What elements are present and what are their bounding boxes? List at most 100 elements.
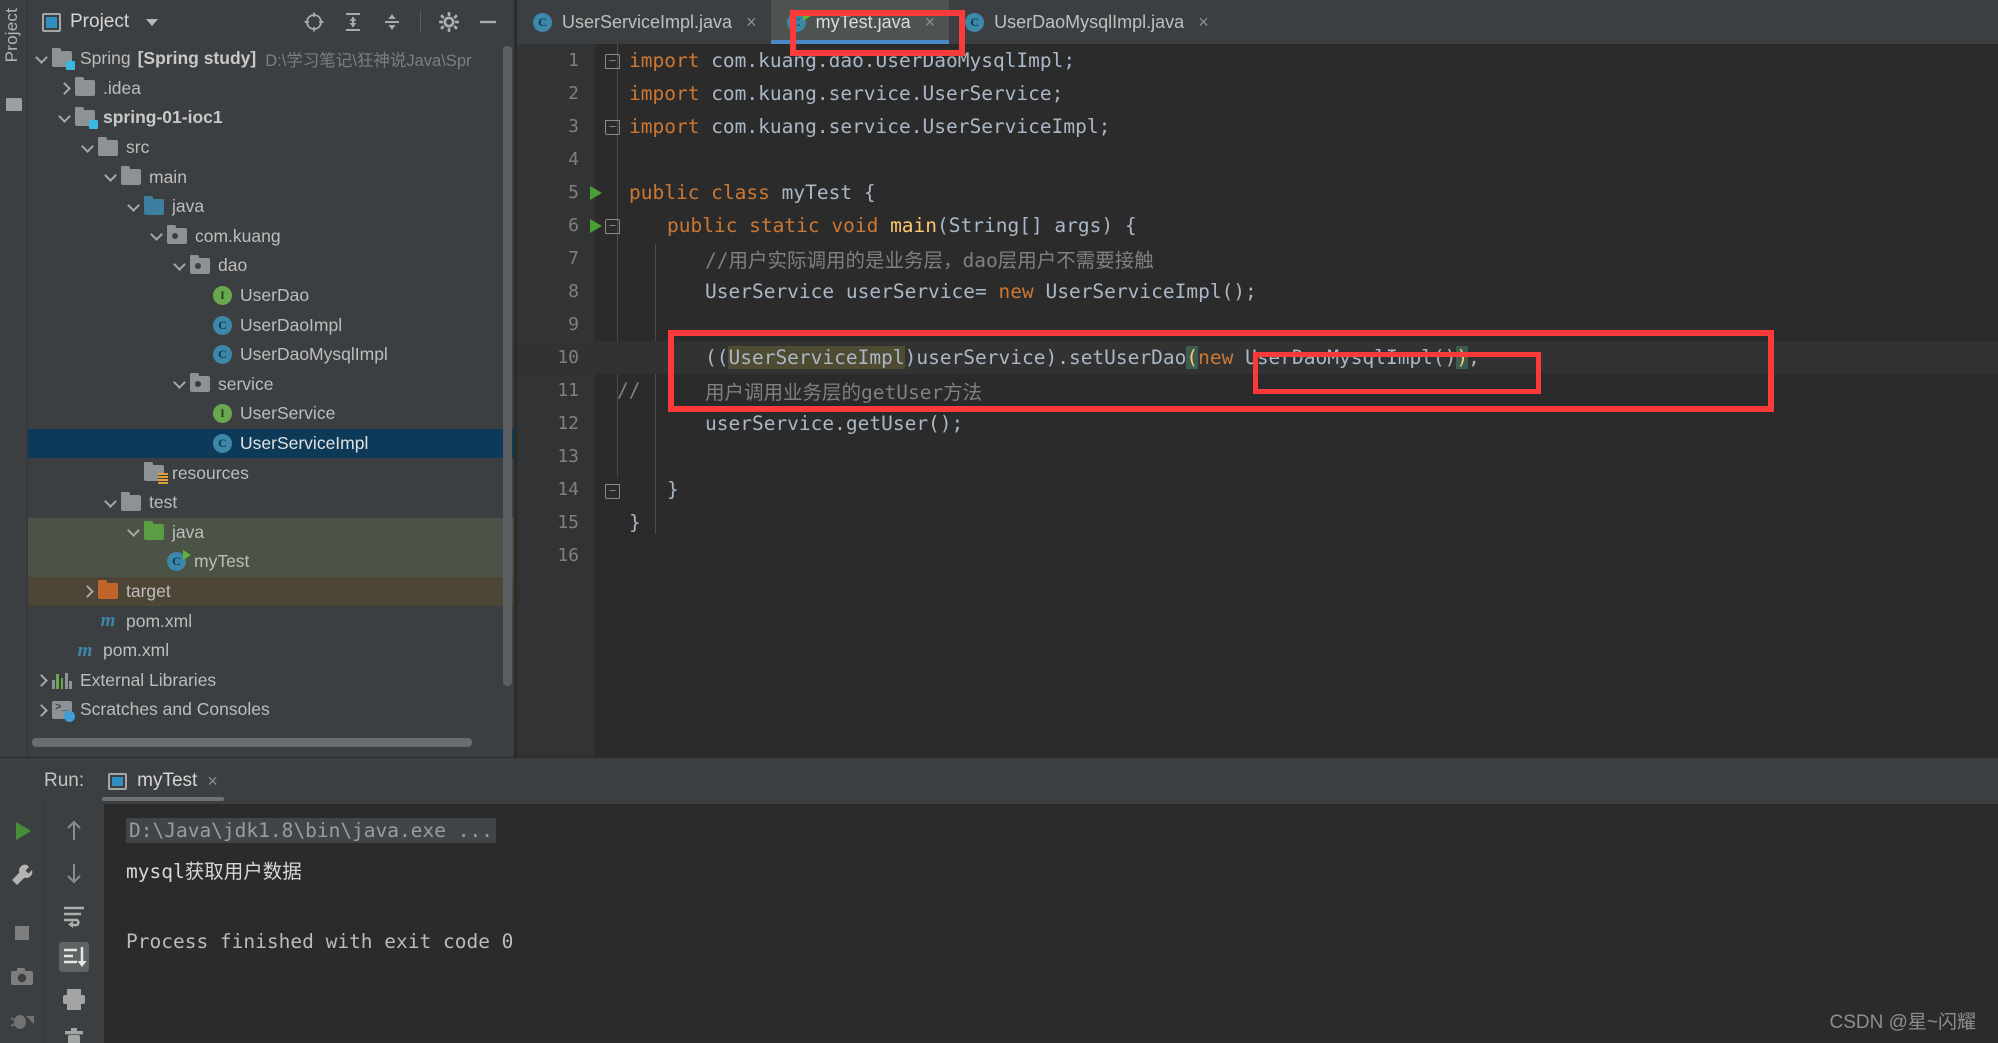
chevron-down-icon[interactable] [80,140,96,156]
code-line-6[interactable]: 6 public static void main(String[] args) … [517,209,1998,242]
code-line-9[interactable]: 9 [517,308,1998,341]
tree-item-userdao[interactable]: I UserDao [28,281,515,311]
code-line-16[interactable]: 16 [517,539,1998,572]
project-tree[interactable]: Spring [Spring study] D:\学习笔记\狂神说Java\Spr.… [28,44,515,734]
tree-item-spring[interactable]: Spring [Spring study] D:\学习笔记\狂神说Java\Spr [28,44,515,74]
chevron-down-icon[interactable] [34,51,50,67]
tree-item-java[interactable]: java [28,192,515,222]
arrow-down-icon[interactable] [59,858,89,888]
chevron-down-icon[interactable] [126,199,142,215]
tool-window-button-project[interactable]: Project [2,8,22,62]
gutter-marker[interactable] [585,341,629,374]
editor-tab-userserviceimpl-java[interactable]: C UserServiceImpl.java × [517,0,771,44]
code-line-15[interactable]: 15} [517,506,1998,539]
gutter-marker[interactable] [585,275,629,308]
code-line-12[interactable]: 12 userService.getUser(); [517,407,1998,440]
scroll-to-end-icon[interactable] [59,942,89,972]
tree-item-pom-xml[interactable]: m pom.xml [28,606,515,636]
tree-item-target[interactable]: target [28,576,515,607]
gutter-marker[interactable] [585,440,629,473]
editor-tab-bar[interactable]: C UserServiceImpl.java × CmyTest.java × C User… [517,0,1998,44]
fold-marker-method-icon[interactable]: − [605,219,620,234]
close-icon[interactable]: × [746,12,757,33]
chevron-down-icon[interactable] [146,18,159,26]
code-line-13[interactable]: 13 [517,440,1998,473]
run-gutter-icon[interactable] [590,219,602,233]
code-line-11[interactable]: 11 // 用户调用业务层的getUser方法 [517,374,1998,407]
gutter-marker[interactable] [585,539,629,572]
editor-tab-userdaomysqlimpl-java[interactable]: C UserDaoMysqlImpl.java × [949,0,1223,44]
editor-tab-mytest-java[interactable]: CmyTest.java × [770,0,950,44]
project-horizontal-scrollbar[interactable] [32,738,472,747]
chevron-right-icon[interactable] [80,583,96,599]
chevron-down-icon[interactable] [57,110,73,126]
chevron-down-icon[interactable] [103,169,119,185]
tree-item-java[interactable]: java [28,517,515,548]
project-vertical-scrollbar[interactable] [503,46,512,686]
print-icon[interactable] [59,984,89,1014]
gutter-marker[interactable] [585,506,629,539]
chevron-right-icon[interactable] [34,702,50,718]
code-line-8[interactable]: 8 UserService userService= new UserServic… [517,275,1998,308]
fold-marker-collapse-icon[interactable]: − [605,54,620,69]
fold-marker-end-icon[interactable]: − [605,120,620,135]
gutter-marker[interactable] [585,308,629,341]
gear-icon[interactable] [438,11,460,33]
gutter-marker[interactable] [585,176,629,209]
code-line-14[interactable]: 14} [517,473,1998,506]
collapse-all-icon[interactable] [381,11,403,33]
wrench-icon[interactable] [7,860,37,890]
tree-item-userdaoimpl[interactable]: C UserDaoImpl [28,310,515,340]
chevron-right-icon[interactable] [57,80,73,96]
chevron-down-icon[interactable] [172,376,188,392]
code-line-3[interactable]: 3 import com.kuang.service.UserServiceImp… [517,110,1998,143]
minimize-icon[interactable] [477,11,499,33]
rerun-icon[interactable] [7,816,37,846]
tree-item-test[interactable]: test [28,488,515,518]
gutter-marker[interactable] [585,77,629,110]
fold-marker-method-end-icon[interactable]: − [605,484,620,499]
code-line-10[interactable]: 10 ((UserServiceImpl)userService).setUser… [517,341,1998,374]
tree-item-userdaomysqlimpl[interactable]: C UserDaoMysqlImpl [28,340,515,370]
tree-item-com-kuang[interactable]: com.kuang [28,222,515,252]
tree-item-main[interactable]: main [28,162,515,192]
tree-item-scratches-and-consoles[interactable]: >_ Scratches and Consoles [28,695,515,725]
chevron-down-icon[interactable] [172,258,188,274]
code-line-4[interactable]: 4 [517,143,1998,176]
close-icon[interactable]: × [925,12,936,33]
code-editor[interactable]: 1 import com.kuang.dao.UserDaoMysqlImpl; 2… [517,44,1998,757]
debug-attach-icon[interactable] [7,1006,37,1036]
tree-item-idea[interactable]: .idea [28,74,515,104]
soft-wrap-icon[interactable] [59,900,89,930]
tree-item-external-libraries[interactable]: External Libraries [28,665,515,695]
tree-item-service[interactable]: service [28,370,515,400]
code-line-1[interactable]: 1 import com.kuang.dao.UserDaoMysqlImpl; [517,44,1998,77]
tree-item-userservice[interactable]: I UserService [28,399,515,429]
gutter-marker[interactable] [585,143,629,176]
tree-item-userserviceimpl[interactable]: C UserServiceImpl [28,428,515,459]
expand-all-icon[interactable] [342,11,364,33]
code-line-5[interactable]: 5 public class myTest { [517,176,1998,209]
gutter-marker[interactable] [585,407,629,440]
tree-item-spring-01-ioc1[interactable]: spring-01-ioc1 [28,103,515,133]
tree-item-src[interactable]: src [28,133,515,163]
trash-icon[interactable] [59,1026,89,1043]
chevron-right-icon[interactable] [34,672,50,688]
run-configuration-tab[interactable]: myTest × [98,758,228,804]
chevron-down-icon[interactable] [103,495,119,511]
tree-item-dao[interactable]: dao [28,251,515,281]
gutter-marker[interactable] [585,242,629,275]
tree-item-resources[interactable]: resources [28,458,515,488]
close-icon[interactable]: × [207,771,218,792]
run-console[interactable]: D:\Java\jdk1.8\bin\java.exe ... mysql获取用… [104,804,1998,1043]
run-gutter-icon[interactable] [590,186,602,200]
stop-icon[interactable] [7,918,37,948]
locate-icon[interactable] [303,11,325,33]
camera-icon[interactable] [7,962,37,992]
close-icon[interactable]: × [1198,12,1209,33]
arrow-up-icon[interactable] [59,816,89,846]
code-line-2[interactable]: 2 import com.kuang.service.UserService; [517,77,1998,110]
code-line-7[interactable]: 7 //用户实际调用的是业务层，dao层用户不需要接触 [517,242,1998,275]
tree-item-mytest[interactable]: CmyTest [28,547,515,577]
chevron-down-icon[interactable] [126,524,142,540]
